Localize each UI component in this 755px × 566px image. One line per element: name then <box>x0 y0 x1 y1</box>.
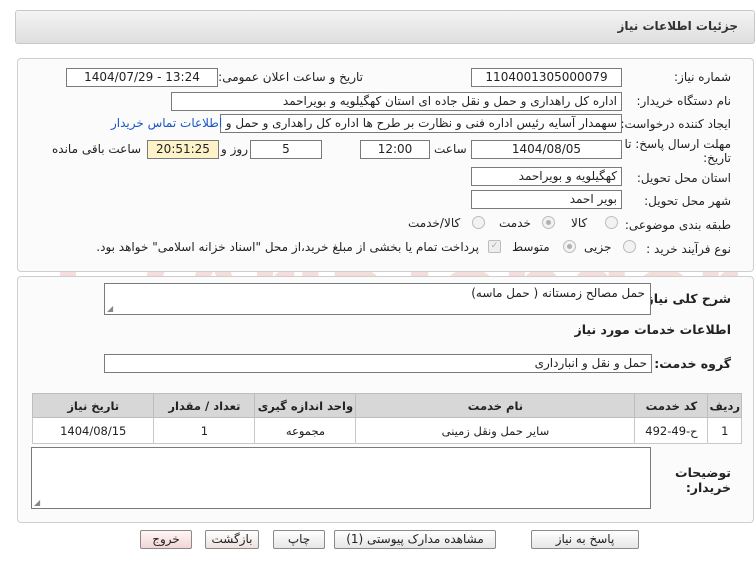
buyer-org-field: اداره کل راهداری و حمل و نقل جاده ای است… <box>171 92 622 111</box>
col-header-need-date: تاریخ نیاز <box>31 393 155 418</box>
reply-button[interactable]: پاسخ به نیاز <box>531 530 639 549</box>
description-textarea[interactable]: حمل مصالح زمستانه ( حمل ماسه) ◢ <box>104 283 651 315</box>
deadline-label: مهلت ارسال پاسخ: تا <box>624 137 731 151</box>
remaining-time-label: ساعت باقی مانده <box>52 142 142 156</box>
cell-service-code: ح-49-492 <box>634 417 709 444</box>
buyer-notes-label: توضیحات <box>675 465 731 480</box>
col-header-service-name: نام خدمت <box>355 393 636 418</box>
deadline-time-label: ساعت <box>434 142 467 156</box>
buyer-notes-label-2: خریدار: <box>685 480 731 495</box>
table-row: 1 ح-49-492 سایر حمل ونقل زمینی مجموعه 1 … <box>31 417 742 444</box>
buyer-contact-link[interactable]: اطلاعات تماس خریدار <box>111 116 222 130</box>
treasury-checkbox[interactable]: ✓ <box>488 240 501 253</box>
service-group-field: حمل و نقل و انبارداری <box>104 354 652 373</box>
cell-need-date: 1404/08/15 <box>31 417 155 444</box>
announce-date-field: 1404/07/29 - 13:24 <box>66 68 218 87</box>
city-field: بویر احمد <box>471 190 622 209</box>
buyer-org-label: نام دستگاه خریدار: <box>636 94 732 108</box>
view-attachments-button[interactable]: مشاهده مدارک پیوستی (1) <box>334 530 496 549</box>
col-header-unit: واحد اندازه گیری <box>254 393 357 418</box>
cell-unit: مجموعه <box>254 417 357 444</box>
process-option-minor: جزیی <box>584 240 612 254</box>
print-button[interactable]: چاپ <box>273 530 325 549</box>
cell-quantity: 1 <box>153 417 256 444</box>
deadline-date-field: 1404/08/05 <box>471 140 622 159</box>
exit-button[interactable]: خروج <box>140 530 192 549</box>
col-header-quantity: تعداد / مقدار <box>153 393 256 418</box>
category-radio-goods-service[interactable] <box>472 216 485 229</box>
remaining-time-field: 20:51:25 <box>147 140 219 159</box>
buyer-notes-textarea[interactable]: ◢ <box>31 447 651 509</box>
category-option-goods-service: کالا/خدمت <box>408 216 461 230</box>
col-header-row-number: ردیف <box>707 393 742 418</box>
category-option-goods: کالا <box>571 216 588 230</box>
description-text: حمل مصالح زمستانه ( حمل ماسه) <box>471 286 645 300</box>
category-radio-service[interactable] <box>542 216 555 229</box>
category-label: طبقه بندی موضوعی: <box>624 218 731 232</box>
window-title-bar: جزئیات اطلاعات نیاز <box>15 10 755 44</box>
deadline-label-date: تاریخ: <box>703 151 731 165</box>
window-title: جزئیات اطلاعات نیاز <box>617 19 738 33</box>
resize-grip-icon: ◢ <box>34 498 41 507</box>
need-number-label: شماره نیاز: <box>674 70 731 84</box>
col-header-service-code: کد خدمت <box>634 393 709 418</box>
requester-field: سهمدار آسایه رئیس اداره فنی و نظارت بر ط… <box>220 114 622 133</box>
resize-grip-icon: ◢ <box>107 304 114 313</box>
category-option-service: خدمت <box>499 216 531 230</box>
province-field: کهگیلویه و بویراحمد <box>471 167 622 186</box>
need-number-field: 1104001305000079 <box>471 68 622 87</box>
cell-service-name: سایر حمل ونقل زمینی <box>355 417 636 444</box>
cell-row-number: 1 <box>707 417 742 444</box>
deadline-time-field: 12:00 <box>360 140 430 159</box>
announce-date-label: تاریخ و ساعت اعلان عمومی: <box>218 70 363 84</box>
process-radio-minor[interactable] <box>623 240 636 253</box>
table-header-row: ردیف کد خدمت نام خدمت واحد اندازه گیری ت… <box>31 393 742 418</box>
process-radio-medium[interactable] <box>563 240 576 253</box>
requester-label: ایجاد کننده درخواست: <box>620 117 731 131</box>
services-table: ردیف کد خدمت نام خدمت واحد اندازه گیری ت… <box>31 393 742 444</box>
service-group-label: گروه خدمت: <box>654 356 731 371</box>
process-option-medium: متوسط <box>512 240 550 254</box>
days-label: روز و <box>221 142 248 156</box>
days-remaining-field: 5 <box>250 140 322 159</box>
city-label: شهر محل تحویل: <box>644 194 731 208</box>
back-button[interactable]: بازگشت <box>205 530 259 549</box>
description-label: شرح کلی نیاز: <box>641 291 731 306</box>
province-label: استان محل تحویل: <box>636 171 731 185</box>
services-heading: اطلاعات خدمات مورد نیاز <box>574 322 732 337</box>
process-type-label: نوع فرآیند خرید : <box>646 242 731 256</box>
treasury-payment-note: پرداخت تمام یا بخشی از مبلغ خرید،از محل … <box>96 240 479 254</box>
category-radio-goods[interactable] <box>605 216 618 229</box>
